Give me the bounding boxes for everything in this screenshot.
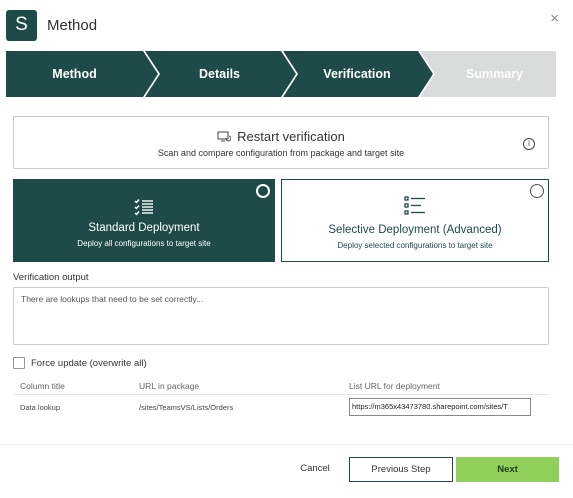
standard-deployment-card[interactable]: Standard Deployment Deploy all configura… [13, 179, 275, 262]
dialog-title: Method [47, 16, 98, 34]
info-icon[interactable]: i [523, 138, 535, 150]
step-verification[interactable]: Verification [296, 51, 418, 97]
table-row: Data lookup /sites/TeamsVS/Lists/Orders … [13, 395, 549, 419]
step-details[interactable]: Details [158, 51, 281, 97]
checklist-icon [134, 199, 153, 216]
selective-title: Selective Deployment (Advanced) [328, 224, 502, 236]
restart-title: Restart verification [237, 129, 345, 144]
previous-step-button[interactable]: Previous Step [349, 457, 453, 482]
step-method[interactable]: Method [6, 51, 143, 97]
dialog-header: S Method [6, 9, 97, 41]
refresh-monitor-icon [217, 131, 232, 141]
bulleted-list-icon [404, 196, 425, 215]
standard-title: Standard Deployment [88, 222, 200, 234]
table-header: Column title URL in package List URL for… [13, 377, 549, 395]
cell-column-title: Data lookup [20, 403, 61, 412]
close-icon[interactable]: × [550, 11, 559, 26]
selective-subtitle: Deploy selected configurations to target… [337, 241, 493, 250]
verification-output[interactable]: There are lookups that need to be set co… [13, 287, 549, 345]
next-button[interactable]: Next [456, 457, 559, 482]
cancel-button[interactable]: Cancel [292, 457, 338, 482]
header-column-title: Column title [20, 381, 65, 391]
selective-radio[interactable] [530, 184, 544, 198]
standard-subtitle: Deploy all configurations to target site [77, 239, 211, 248]
force-update-option[interactable]: Force update (overwrite all) [13, 357, 147, 369]
standard-radio[interactable] [256, 184, 270, 198]
header-list-url: List URL for deployment [349, 381, 440, 391]
header-url-in-package: URL in package [139, 381, 200, 391]
restart-subtitle: Scan and compare configuration from pack… [157, 148, 405, 158]
list-url-input[interactable]: https://m365x43473780.sharepoint.com/sit… [349, 398, 531, 416]
cell-url-in-package: /sites/TeamsVS/Lists/Orders [139, 403, 234, 412]
footer-divider [0, 444, 573, 445]
force-update-checkbox[interactable] [13, 357, 25, 369]
verification-output-label: Verification output [13, 272, 89, 283]
step-summary: Summary [466, 67, 523, 81]
lookup-table: Column title URL in package List URL for… [13, 377, 549, 419]
app-logo: S [6, 9, 37, 41]
wizard-steps: Method Details Verification Summary [6, 51, 556, 97]
restart-verification-button[interactable]: Restart verification Scan and compare co… [13, 116, 549, 169]
selective-deployment-card[interactable]: Selective Deployment (Advanced) Deploy s… [281, 179, 549, 262]
force-update-label: Force update (overwrite all) [31, 357, 147, 369]
